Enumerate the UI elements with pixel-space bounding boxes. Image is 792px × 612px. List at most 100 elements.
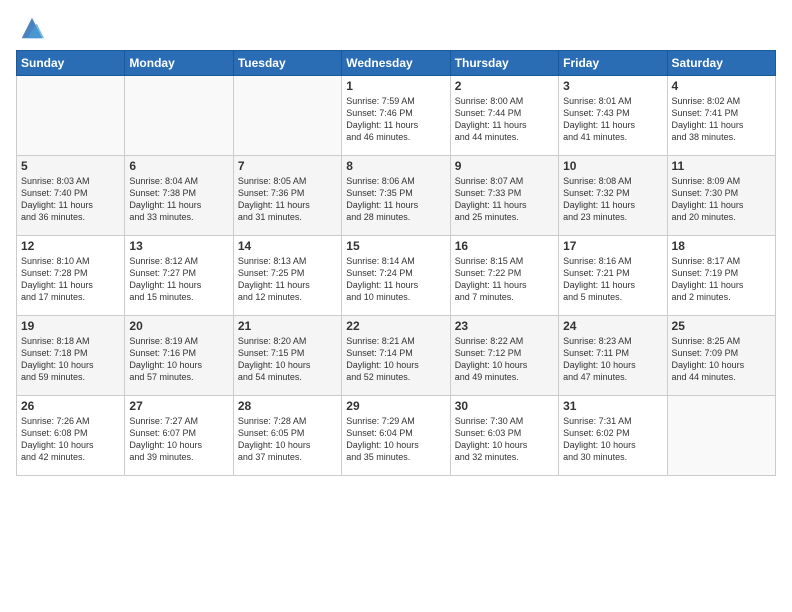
calendar-cell: 18Sunrise: 8:17 AM Sunset: 7:19 PM Dayli… bbox=[667, 236, 775, 316]
day-number: 2 bbox=[455, 79, 554, 93]
day-number: 20 bbox=[129, 319, 228, 333]
day-number: 6 bbox=[129, 159, 228, 173]
calendar-cell: 27 Sunrise: 7:27 AM Sunset: 6:07 PM Dayli… bbox=[125, 396, 233, 476]
calendar-cell: 6Sunrise: 8:04 AM Sunset: 7:38 PM Daylig… bbox=[125, 156, 233, 236]
day-number: 15 bbox=[346, 239, 445, 253]
day-info: Sunrise: 8:12 AM Sunset: 7:27 PM Dayligh… bbox=[129, 255, 228, 304]
day-info: Sunrise: 7:31 AM Sunset: 6:02 PM Dayligh… bbox=[563, 415, 662, 464]
week-row-2: 5 Sunrise: 8:03 AM Sunset: 7:40 PM Daylig… bbox=[17, 156, 776, 236]
day-number: 24 bbox=[563, 319, 662, 333]
day-info: Sunrise: 8:23 AM Sunset: 7:11 PM Dayligh… bbox=[563, 335, 662, 384]
calendar-cell: 19 Sunrise: 8:18 AM Sunset: 7:18 PM Dayli… bbox=[17, 316, 125, 396]
day-info: Sunrise: 8:00 AM Sunset: 7:44 PM Dayligh… bbox=[455, 95, 554, 144]
day-info: Sunrise: 8:05 AM Sunset: 7:36 PM Dayligh… bbox=[238, 175, 337, 224]
day-number: 3 bbox=[563, 79, 662, 93]
calendar-cell: 15Sunrise: 8:14 AM Sunset: 7:24 PM Dayli… bbox=[342, 236, 450, 316]
day-info: Sunrise: 8:01 AM Sunset: 7:43 PM Dayligh… bbox=[563, 95, 662, 144]
day-info: Sunrise: 8:19 AM Sunset: 7:16 PM Dayligh… bbox=[129, 335, 228, 384]
day-info: Sunrise: 7:59 AM Sunset: 7:46 PM Dayligh… bbox=[346, 95, 445, 144]
day-number: 25 bbox=[672, 319, 771, 333]
day-info: Sunrise: 8:10 AM Sunset: 7:28 PM Dayligh… bbox=[21, 255, 120, 304]
calendar-cell: 3 Sunrise: 8:01 AM Sunset: 7:43 PM Daylig… bbox=[559, 76, 667, 156]
calendar-cell bbox=[667, 396, 775, 476]
day-number: 19 bbox=[21, 319, 120, 333]
calendar-cell: 25 Sunrise: 8:25 AM Sunset: 7:09 PM Dayli… bbox=[667, 316, 775, 396]
calendar-cell: 21 Sunrise: 8:20 AM Sunset: 7:15 PM Dayli… bbox=[233, 316, 341, 396]
week-row-4: 19 Sunrise: 8:18 AM Sunset: 7:18 PM Dayli… bbox=[17, 316, 776, 396]
calendar-cell: 10 Sunrise: 8:08 AM Sunset: 7:32 PM Dayli… bbox=[559, 156, 667, 236]
day-info: Sunrise: 8:13 AM Sunset: 7:25 PM Dayligh… bbox=[238, 255, 337, 304]
day-number: 5 bbox=[21, 159, 120, 173]
day-info: Sunrise: 8:15 AM Sunset: 7:22 PM Dayligh… bbox=[455, 255, 554, 304]
day-info: Sunrise: 8:18 AM Sunset: 7:18 PM Dayligh… bbox=[21, 335, 120, 384]
weekday-header-monday: Monday bbox=[125, 51, 233, 76]
day-info: Sunrise: 8:03 AM Sunset: 7:40 PM Dayligh… bbox=[21, 175, 120, 224]
day-number: 12 bbox=[21, 239, 120, 253]
day-info: Sunrise: 8:21 AM Sunset: 7:14 PM Dayligh… bbox=[346, 335, 445, 384]
weekday-header-tuesday: Tuesday bbox=[233, 51, 341, 76]
day-info: Sunrise: 8:25 AM Sunset: 7:09 PM Dayligh… bbox=[672, 335, 771, 384]
calendar-cell: 13 Sunrise: 8:12 AM Sunset: 7:27 PM Dayli… bbox=[125, 236, 233, 316]
calendar-cell: 20 Sunrise: 8:19 AM Sunset: 7:16 PM Dayli… bbox=[125, 316, 233, 396]
calendar-cell: 2 Sunrise: 8:00 AM Sunset: 7:44 PM Daylig… bbox=[450, 76, 558, 156]
calendar-cell: 8Sunrise: 8:06 AM Sunset: 7:35 PM Daylig… bbox=[342, 156, 450, 236]
day-number: 4 bbox=[672, 79, 771, 93]
calendar-cell: 9 Sunrise: 8:07 AM Sunset: 7:33 PM Daylig… bbox=[450, 156, 558, 236]
day-number: 16 bbox=[455, 239, 554, 253]
weekday-header-saturday: Saturday bbox=[667, 51, 775, 76]
calendar-cell: 24 Sunrise: 8:23 AM Sunset: 7:11 PM Dayli… bbox=[559, 316, 667, 396]
day-info: Sunrise: 8:16 AM Sunset: 7:21 PM Dayligh… bbox=[563, 255, 662, 304]
calendar-cell bbox=[17, 76, 125, 156]
weekday-header-wednesday: Wednesday bbox=[342, 51, 450, 76]
weekday-header-sunday: Sunday bbox=[17, 51, 125, 76]
day-info: Sunrise: 8:22 AM Sunset: 7:12 PM Dayligh… bbox=[455, 335, 554, 384]
day-number: 22 bbox=[346, 319, 445, 333]
day-number: 1 bbox=[346, 79, 445, 93]
calendar-cell: 14 Sunrise: 8:13 AM Sunset: 7:25 PM Dayli… bbox=[233, 236, 341, 316]
day-number: 26 bbox=[21, 399, 120, 413]
calendar-cell bbox=[233, 76, 341, 156]
weekday-header-row: SundayMondayTuesdayWednesdayThursdayFrid… bbox=[17, 51, 776, 76]
calendar-cell: 7Sunrise: 8:05 AM Sunset: 7:36 PM Daylig… bbox=[233, 156, 341, 236]
day-info: Sunrise: 8:08 AM Sunset: 7:32 PM Dayligh… bbox=[563, 175, 662, 224]
calendar-cell: 28 Sunrise: 7:28 AM Sunset: 6:05 PM Dayli… bbox=[233, 396, 341, 476]
day-info: Sunrise: 7:26 AM Sunset: 6:08 PM Dayligh… bbox=[21, 415, 120, 464]
day-number: 9 bbox=[455, 159, 554, 173]
day-info: Sunrise: 7:30 AM Sunset: 6:03 PM Dayligh… bbox=[455, 415, 554, 464]
day-info: Sunrise: 8:09 AM Sunset: 7:30 PM Dayligh… bbox=[672, 175, 771, 224]
calendar-cell: 26 Sunrise: 7:26 AM Sunset: 6:08 PM Dayli… bbox=[17, 396, 125, 476]
calendar-cell: 5 Sunrise: 8:03 AM Sunset: 7:40 PM Daylig… bbox=[17, 156, 125, 236]
calendar-cell: 23 Sunrise: 8:22 AM Sunset: 7:12 PM Dayli… bbox=[450, 316, 558, 396]
header bbox=[16, 10, 776, 42]
calendar-table: SundayMondayTuesdayWednesdayThursdayFrid… bbox=[16, 50, 776, 476]
week-row-3: 12 Sunrise: 8:10 AM Sunset: 7:28 PM Dayli… bbox=[17, 236, 776, 316]
day-number: 23 bbox=[455, 319, 554, 333]
calendar-cell: 4Sunrise: 8:02 AM Sunset: 7:41 PM Daylig… bbox=[667, 76, 775, 156]
day-number: 11 bbox=[672, 159, 771, 173]
day-info: Sunrise: 8:20 AM Sunset: 7:15 PM Dayligh… bbox=[238, 335, 337, 384]
day-number: 28 bbox=[238, 399, 337, 413]
calendar-cell: 29 Sunrise: 7:29 AM Sunset: 6:04 PM Dayli… bbox=[342, 396, 450, 476]
day-info: Sunrise: 7:27 AM Sunset: 6:07 PM Dayligh… bbox=[129, 415, 228, 464]
weekday-header-thursday: Thursday bbox=[450, 51, 558, 76]
day-number: 21 bbox=[238, 319, 337, 333]
day-number: 10 bbox=[563, 159, 662, 173]
day-info: Sunrise: 7:29 AM Sunset: 6:04 PM Dayligh… bbox=[346, 415, 445, 464]
week-row-1: 1 Sunrise: 7:59 AM Sunset: 7:46 PM Daylig… bbox=[17, 76, 776, 156]
day-info: Sunrise: 7:28 AM Sunset: 6:05 PM Dayligh… bbox=[238, 415, 337, 464]
calendar-cell bbox=[125, 76, 233, 156]
week-row-5: 26 Sunrise: 7:26 AM Sunset: 6:08 PM Dayli… bbox=[17, 396, 776, 476]
calendar-cell: 11 Sunrise: 8:09 AM Sunset: 7:30 PM Dayli… bbox=[667, 156, 775, 236]
day-info: Sunrise: 8:07 AM Sunset: 7:33 PM Dayligh… bbox=[455, 175, 554, 224]
calendar-cell: 31 Sunrise: 7:31 AM Sunset: 6:02 PM Dayli… bbox=[559, 396, 667, 476]
logo-icon bbox=[18, 14, 46, 42]
day-number: 31 bbox=[563, 399, 662, 413]
day-info: Sunrise: 8:17 AM Sunset: 7:19 PM Dayligh… bbox=[672, 255, 771, 304]
day-number: 13 bbox=[129, 239, 228, 253]
logo bbox=[16, 14, 46, 42]
day-number: 14 bbox=[238, 239, 337, 253]
weekday-header-friday: Friday bbox=[559, 51, 667, 76]
calendar-cell: 22 Sunrise: 8:21 AM Sunset: 7:14 PM Dayli… bbox=[342, 316, 450, 396]
day-number: 29 bbox=[346, 399, 445, 413]
day-number: 27 bbox=[129, 399, 228, 413]
